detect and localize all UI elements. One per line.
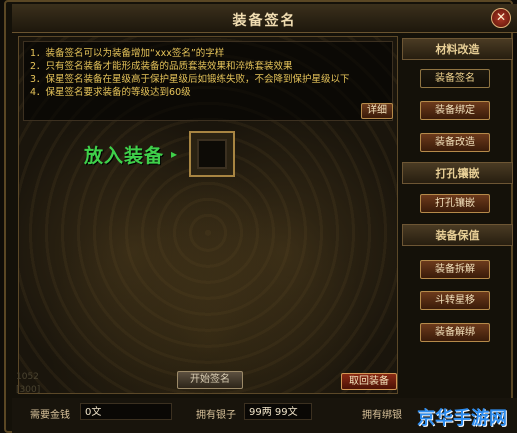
window-title: 装备签名 <box>232 13 297 29</box>
sidebar: 材料改造 装备签名 装备绑定 装备改造 打孔镶嵌 打孔镶嵌 装备保值 装备拆解 … <box>402 36 513 394</box>
faded-text-1: 1052 <box>16 372 39 382</box>
required-gold-label: 需要金钱 <box>30 410 70 421</box>
instruction-line: 1．装备签名可以为装备增加“xxx签名”的字样 <box>30 48 225 59</box>
owned-silver-label: 拥有银子 <box>196 410 236 421</box>
equipment-signature-window: 装备签名 ✕ 1．装备签名可以为装备增加“xxx签名”的字样 2．只有签名装备才… <box>4 0 517 433</box>
detail-button[interactable]: 详细 <box>361 103 393 119</box>
required-gold-value: 0文 <box>80 403 172 420</box>
close-icon[interactable]: ✕ <box>491 8 511 28</box>
retrieve-equipment-button[interactable]: 取回装备 <box>341 373 397 390</box>
owned-silver-value: 99两 99文 <box>244 403 312 420</box>
section-header-material: 材料改造 <box>402 38 513 60</box>
sidebar-item-equipment-modify[interactable]: 装备改造 <box>420 133 490 152</box>
sidebar-item-unbind[interactable]: 装备解绑 <box>420 323 490 342</box>
arrow-right-icon: ▸ <box>171 147 178 161</box>
start-signature-button[interactable]: 开始签名 <box>177 371 243 389</box>
instruction-line: 4．保星签名要求装备的等级达到60级 <box>30 87 191 98</box>
instructions-box: 1．装备签名可以为装备增加“xxx签名”的字样 2．只有签名装备才能形成装备的品… <box>23 41 393 121</box>
status-bar: 需要金钱 0文 拥有银子 99两 99文 拥有绑银 京华手游网 <box>12 398 517 433</box>
owned-bound-silver-label: 拥有绑银 <box>362 410 402 421</box>
faded-text-2: [300] <box>16 385 41 395</box>
watermark: 京华手游网 <box>417 408 507 429</box>
sidebar-item-star-transfer[interactable]: 斗转星移 <box>420 291 490 310</box>
title-bar[interactable]: 装备签名 ✕ <box>12 4 517 33</box>
signature-panel: 1．装备签名可以为装备增加“xxx签名”的字样 2．只有签名装备才能形成装备的品… <box>18 36 398 394</box>
sidebar-item-dismantle[interactable]: 装备拆解 <box>420 260 490 279</box>
section-header-socket: 打孔镶嵌 <box>402 162 513 184</box>
equipment-slot-inner <box>197 139 227 169</box>
section-header-preserve: 装备保值 <box>402 224 513 246</box>
sidebar-item-socket-inlay[interactable]: 打孔镶嵌 <box>420 194 490 213</box>
sidebar-item-equipment-bind[interactable]: 装备绑定 <box>420 101 490 120</box>
drop-equipment-label: 放入装备 <box>84 145 165 167</box>
equipment-slot[interactable] <box>189 131 235 177</box>
instruction-line: 3．保星签名装备在星级高于保护星级后如锻练失败，不会降到保护星级以下 <box>30 74 350 85</box>
instruction-line: 2．只有签名装备才能形成装备的品质套装效果和淬炼套装效果 <box>30 61 293 72</box>
sidebar-item-equipment-signature[interactable]: 装备签名 <box>420 69 490 88</box>
